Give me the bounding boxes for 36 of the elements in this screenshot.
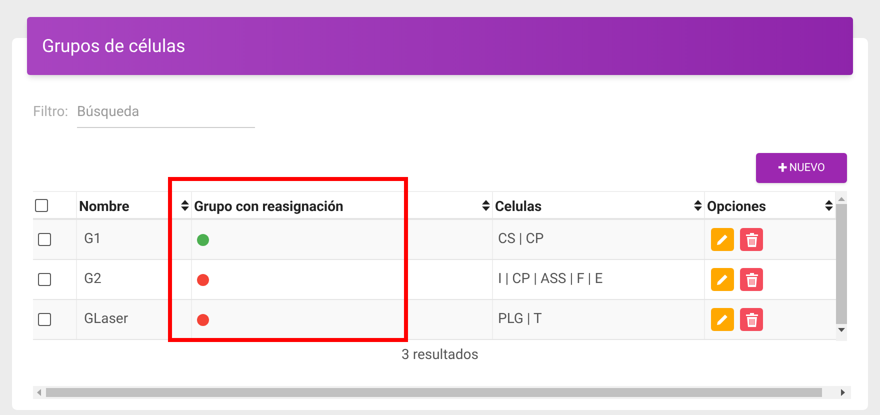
search-field[interactable]: Búsqueda xyxy=(77,96,255,128)
new-button[interactable]: +NUEVO xyxy=(756,153,847,183)
column-header[interactable]: Opciones xyxy=(707,196,766,218)
column-header[interactable]: Grupo con reasignación xyxy=(194,196,344,218)
table-cell-text: G2 xyxy=(84,270,102,289)
table-cell-text: CS | CP xyxy=(498,230,544,249)
checkbox[interactable] xyxy=(38,233,51,246)
scroll-right-icon[interactable] xyxy=(839,389,847,396)
delete-button[interactable] xyxy=(740,268,763,291)
delete-button[interactable] xyxy=(740,228,763,251)
trash-icon xyxy=(746,232,758,246)
delete-button[interactable] xyxy=(740,308,763,331)
table-cell-text: PLG | T xyxy=(498,310,542,329)
checkbox[interactable] xyxy=(35,198,48,212)
result-count: 3 resultados xyxy=(401,346,479,365)
sort-icon[interactable] xyxy=(181,200,189,210)
table-cell-text: GLaser xyxy=(84,310,128,329)
table-cell-text: G1 xyxy=(84,230,102,249)
horizontal-scrollbar[interactable] xyxy=(33,386,851,399)
checkbox[interactable] xyxy=(38,313,51,326)
sort-icon[interactable] xyxy=(694,200,702,210)
page-title: Grupos de células xyxy=(42,34,186,58)
pencil-icon xyxy=(716,273,729,286)
pencil-icon xyxy=(716,233,729,246)
column-header[interactable]: Nombre xyxy=(79,196,130,218)
sort-icon[interactable] xyxy=(482,200,490,210)
column-header[interactable]: Celulas xyxy=(495,196,542,218)
pencil-icon xyxy=(716,313,729,326)
checkbox[interactable] xyxy=(38,273,51,286)
trash-icon xyxy=(746,272,758,286)
trash-icon xyxy=(746,312,758,326)
scroll-down-icon[interactable] xyxy=(838,326,845,334)
sort-icon[interactable] xyxy=(825,200,833,210)
filter-label: Filtro: xyxy=(33,102,70,122)
vertical-scrollbar[interactable] xyxy=(836,191,847,341)
table-cell-text: I | CP | ASS | F | E xyxy=(498,270,603,289)
